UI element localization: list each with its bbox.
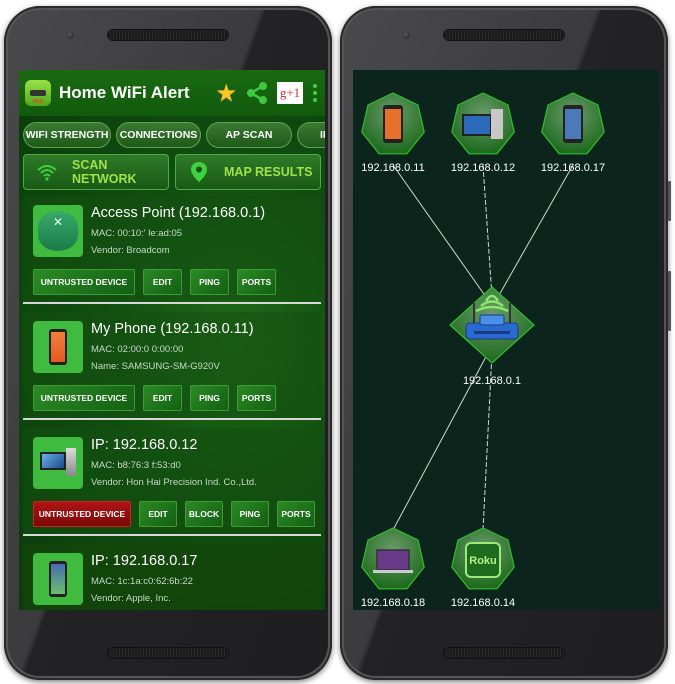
link-line <box>497 164 574 298</box>
edit-button[interactable]: EDIT <box>143 269 182 295</box>
earpiece-speaker <box>444 30 564 40</box>
node-ip-label: 192.168.0.17 <box>541 162 605 174</box>
ports-button[interactable]: PORTS <box>237 269 276 295</box>
app-bar: PRO Home WiFi Alert ★ g+1 <box>19 70 325 116</box>
roku-text: Roku <box>469 555 497 567</box>
app-screen: PRO Home WiFi Alert ★ g+1 WIFI STRENGTH … <box>19 70 325 610</box>
action-buttons: SCAN NETWORK MAP RESULTS <box>19 150 325 194</box>
front-camera <box>402 31 410 39</box>
ping-button[interactable]: PING <box>190 385 229 411</box>
right-phone-frame: 192.168.0.11 192.168.0.12 192.168.0.17 192.… <box>340 6 671 680</box>
block-button[interactable]: BLOCK <box>185 501 223 527</box>
roku-icon: Roku <box>465 542 501 578</box>
star-icon[interactable]: ★ <box>215 79 237 108</box>
pro-badge: PRO <box>32 99 44 105</box>
map-node-router[interactable]: 192.168.0.1 <box>449 286 535 387</box>
map-node[interactable]: 192.168.0.12 <box>451 92 515 174</box>
device-mac: MAC: 00:10:' le:ad:05 <box>91 228 183 239</box>
iphone-icon <box>563 105 583 143</box>
device-card[interactable]: IP: 192.168.0.12 MAC: b8:76:3 f:53:d0 Ve… <box>23 428 321 536</box>
link-line <box>482 164 493 298</box>
network-map-screen: 192.168.0.11 192.168.0.12 192.168.0.17 192.… <box>353 70 659 610</box>
tab-wifi-strength[interactable]: WIFI STRENGTH <box>23 122 111 148</box>
front-camera <box>66 31 74 39</box>
earpiece-speaker <box>108 30 228 40</box>
node-ip-label: 192.168.0.12 <box>451 162 515 174</box>
ports-button[interactable]: PORTS <box>237 385 276 411</box>
bottom-speaker <box>108 648 228 658</box>
device-vendor: Vendor: Apple, Inc. <box>91 593 171 604</box>
device-mac: MAC: b8:76:3 f:53:d0 <box>91 460 181 471</box>
map-results-button[interactable]: MAP RESULTS <box>175 154 321 190</box>
device-card[interactable]: My Phone (192.168.0.11) MAC: 02:00:0 0:0… <box>23 312 321 420</box>
iphone-icon <box>33 553 83 605</box>
android-phone-icon <box>383 105 403 143</box>
map-node[interactable]: Roku 192.168.0.14 <box>451 527 515 609</box>
edit-button[interactable]: EDIT <box>139 501 177 527</box>
device-title: Access Point (192.168.0.1) <box>91 205 266 221</box>
power-button <box>668 181 671 221</box>
tab-connections[interactable]: CONNECTIONS <box>116 122 201 148</box>
bottom-speaker <box>444 648 564 658</box>
share-icon[interactable] <box>245 81 269 105</box>
link-line <box>392 164 487 298</box>
network-map: 192.168.0.11 192.168.0.12 192.168.0.17 192.… <box>361 92 605 609</box>
ping-button[interactable]: PING <box>190 269 229 295</box>
device-title: IP: 192.168.0.12 <box>91 437 198 453</box>
device-mac: MAC: 1c:1a:c0:62:6b:22 <box>91 576 193 587</box>
home-wifi-alert-app: PRO Home WiFi Alert ★ g+1 WIFI STRENGTH … <box>19 70 325 610</box>
ports-button[interactable]: PORTS <box>277 501 315 527</box>
node-ip-label: 192.168.0.14 <box>451 597 515 609</box>
wifi-router-icon <box>465 294 519 340</box>
node-ip-label: 192.168.0.11 <box>361 162 424 174</box>
feature-tabs: WIFI STRENGTH CONNECTIONS AP SCAN IP <box>19 116 325 150</box>
app-logo-icon: PRO <box>25 80 51 106</box>
device-vendor: Vendor: Hon Hai Precision Ind. Co.,Ltd. <box>91 477 257 488</box>
google-plus-one-icon[interactable]: g+1 <box>277 82 303 104</box>
map-node[interactable]: 192.168.0.18 <box>361 527 425 609</box>
macbook-icon <box>373 549 413 573</box>
device-mac: MAC: 02:00:0 0:00:00 <box>91 344 184 355</box>
left-phone-frame: PRO Home WiFi Alert ★ g+1 WIFI STRENGTH … <box>4 6 332 680</box>
map-node[interactable]: 192.168.0.17 <box>541 92 605 174</box>
router-icon <box>33 205 83 257</box>
device-vendor: Vendor: Broadcom <box>91 245 170 256</box>
untrusted-device-button[interactable]: UNTRUSTED DEVICE <box>33 501 131 527</box>
edit-button[interactable]: EDIT <box>143 385 182 411</box>
device-title: My Phone (192.168.0.11) <box>91 321 254 337</box>
scan-network-button[interactable]: SCAN NETWORK <box>23 154 169 190</box>
map-pin-icon <box>188 162 210 182</box>
app-title: Home WiFi Alert <box>59 83 190 102</box>
android-phone-icon <box>33 321 83 373</box>
map-node[interactable]: 192.168.0.11 <box>361 92 425 174</box>
router-ip-label: 192.168.0.1 <box>463 375 521 387</box>
tab-ap-scan[interactable]: AP SCAN <box>206 122 292 148</box>
untrusted-device-button[interactable]: UNTRUSTED DEVICE <box>33 269 135 295</box>
device-card[interactable]: Access Point (192.168.0.1) MAC: 00:10:' … <box>23 196 321 304</box>
desktop-computer-icon <box>33 437 83 489</box>
wifi-icon <box>36 163 58 181</box>
node-ip-label: 192.168.0.18 <box>361 597 425 609</box>
map-results-label: MAP RESULTS <box>224 165 313 179</box>
tab-ip[interactable]: IP <box>297 122 325 148</box>
ping-button[interactable]: PING <box>231 501 269 527</box>
device-name: Name: SAMSUNG-SM-G920V <box>91 361 220 372</box>
device-card[interactable]: IP: 192.168.0.17 MAC: 1c:1a:c0:62:6b:22 … <box>23 544 321 610</box>
overflow-menu-icon[interactable] <box>313 84 317 102</box>
untrusted-device-button[interactable]: UNTRUSTED DEVICE <box>33 385 135 411</box>
volume-button <box>668 271 671 331</box>
scan-network-label: SCAN NETWORK <box>72 158 137 186</box>
device-title: IP: 192.168.0.17 <box>91 553 198 569</box>
